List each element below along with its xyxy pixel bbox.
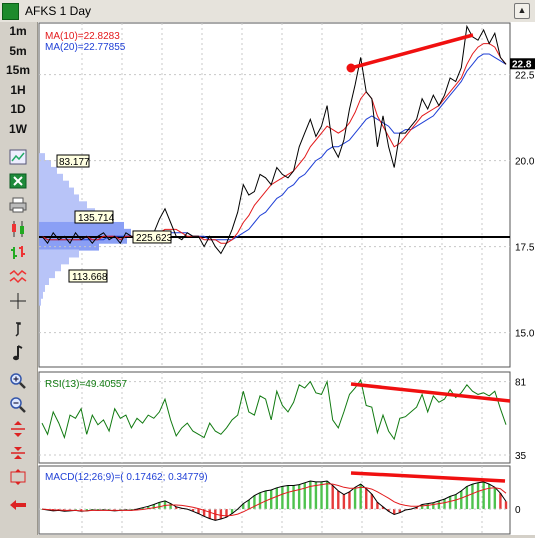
line-draw-icon[interactable]	[8, 320, 28, 338]
macd-histogram-bar	[504, 501, 508, 510]
macd-histogram-bar	[482, 481, 485, 510]
expand-vertical-icon[interactable]	[8, 420, 28, 438]
macd-histogram-bar	[493, 487, 497, 510]
rsi-axis-tick-label: 81	[515, 378, 527, 389]
macd-histogram-bar	[348, 491, 351, 510]
macd-histogram-bar	[370, 494, 374, 510]
macd-histogram-bar	[476, 482, 480, 510]
rsi-label: RSI(13)=49.40557	[45, 379, 127, 390]
macd-histogram-bar	[158, 502, 161, 510]
macd-histogram-bar	[286, 485, 290, 510]
candle-chart-icon[interactable]	[8, 220, 28, 238]
timeframe-1m-button[interactable]: 1m	[2, 22, 34, 41]
macd-histogram-bar	[309, 480, 312, 510]
chart-app-icon	[2, 3, 19, 20]
price-axis-tick-label: 20.0	[515, 157, 535, 168]
back-arrow-icon[interactable]	[8, 496, 28, 514]
volume-profile-bar	[39, 201, 87, 210]
macd-histogram-bar	[275, 487, 278, 510]
volume-label-1: 83.177	[59, 157, 90, 168]
scroll-up-button[interactable]: ▲	[514, 3, 530, 19]
macd-histogram-bar	[320, 481, 323, 510]
left-toolbar: 1m 5m 15m 1H 1D 1W	[0, 22, 38, 535]
chart-area[interactable]: 22.5 20.0 17.5 15.0 MA(10)=22.8283 MA(20)=2…	[38, 22, 535, 535]
timeframe-5m-button[interactable]: 5m	[2, 42, 34, 61]
window-titlebar: AFKS 1 Day ▲	[0, 0, 535, 23]
macd-histogram-bar	[292, 485, 295, 510]
macd-histogram-bar	[325, 480, 329, 510]
chart-bars-icon[interactable]	[8, 148, 28, 166]
ma10-legend: MA(10)=22.8283	[45, 31, 120, 42]
macd-histogram-bar	[460, 490, 463, 510]
macd-histogram-bar	[337, 490, 340, 510]
macd-histogram-bar	[303, 482, 306, 510]
macd-histogram-bar	[443, 499, 446, 510]
macd-histogram-bar	[219, 509, 223, 520]
macd-histogram-bar	[247, 500, 251, 510]
price-axis-tick-label: 22.5	[515, 71, 535, 82]
macd-histogram-bar	[437, 500, 441, 510]
volume-profile-bar	[39, 194, 79, 203]
price-axis-tick-label: 15.0	[515, 329, 535, 340]
compress-vertical-icon[interactable]	[8, 444, 28, 462]
volume-profile-bar	[39, 297, 41, 306]
ma20-legend: MA(20)=22.77855	[45, 42, 126, 53]
crosshair-icon[interactable]	[8, 292, 28, 310]
rsi-axis-tick-label: 35	[515, 451, 527, 462]
volume-label-3: 113.668	[72, 272, 108, 283]
timeframe-1w-button[interactable]: 1W	[2, 120, 34, 139]
volume-profile-bar	[39, 180, 69, 189]
fit-vertical-icon[interactable]	[8, 468, 28, 486]
timeframe-15m-button[interactable]: 15m	[2, 61, 34, 80]
volume-profile-bar	[39, 249, 79, 258]
volume-profile-bar	[39, 290, 43, 299]
chart-canvas[interactable]: 22.5 20.0 17.5 15.0 MA(10)=22.8283 MA(20)=2…	[38, 22, 535, 535]
macd-histogram-bar	[365, 488, 368, 510]
volume-profile-bar	[39, 153, 45, 162]
macd-histogram-bar	[499, 493, 502, 510]
volume-profile-bar	[39, 283, 45, 292]
excel-export-icon[interactable]	[8, 172, 28, 190]
macd-histogram-bar	[270, 490, 273, 510]
print-icon[interactable]	[8, 196, 28, 214]
volume-profile-bar	[39, 173, 63, 182]
macd-histogram-bar	[448, 496, 452, 510]
macd-histogram-bar	[331, 485, 334, 510]
zoom-out-icon[interactable]	[8, 396, 28, 414]
bar-chart-icon[interactable]	[8, 244, 28, 262]
volume-profile-bar	[39, 166, 57, 175]
volume-profile-bar	[39, 256, 69, 265]
macd-histogram-bar	[353, 487, 357, 510]
macd-histogram-bar	[297, 484, 301, 510]
macd-histogram-bar	[465, 486, 469, 510]
macd-histogram-bar	[264, 490, 267, 510]
note-icon[interactable]	[8, 344, 28, 362]
volume-label-2: 135.714	[78, 213, 115, 224]
macd-axis-tick-label: 0	[515, 505, 521, 516]
price-axis-tick-label: 17.5	[515, 243, 535, 254]
window-title: AFKS 1 Day	[25, 4, 92, 18]
volume-profile-bar	[39, 270, 55, 279]
volume-profile-bar	[39, 263, 61, 272]
macd-histogram-bar	[342, 494, 346, 510]
macd-histogram-bar	[432, 502, 435, 510]
macd-histogram-bar	[471, 484, 474, 510]
macd-histogram-bar	[281, 486, 284, 510]
timeframe-1h-button[interactable]: 1H	[2, 81, 34, 100]
macd-label: MACD(12;26;9)=( 0.17462; 0.34779)	[45, 472, 208, 483]
wave-icon[interactable]	[8, 268, 28, 286]
timeframe-1d-button[interactable]: 1D	[2, 100, 34, 119]
volume-profile-bar	[39, 277, 49, 285]
zoom-in-icon[interactable]	[8, 372, 28, 390]
volume-profile-bar	[39, 160, 51, 169]
level-label: 225.623	[136, 233, 173, 244]
macd-histogram-bar	[258, 492, 262, 510]
trendline-anchor-point[interactable]	[346, 63, 356, 73]
macd-histogram-bar	[454, 494, 457, 510]
current-price-label: 22.8	[512, 59, 532, 70]
macd-histogram-bar	[426, 503, 429, 510]
macd-histogram-bar	[208, 509, 211, 519]
volume-profile-bar	[39, 187, 74, 196]
